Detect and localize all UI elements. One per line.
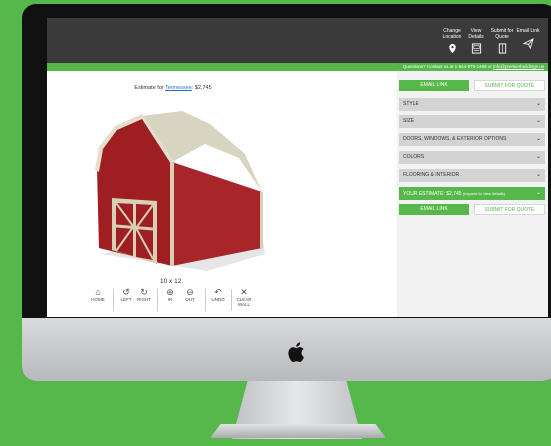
- top-bar: Change Location View Details Submit for …: [47, 18, 548, 63]
- door-icon: [498, 43, 506, 54]
- home-label: HOME: [91, 297, 105, 302]
- undo-button[interactable]: ↶ UNDO: [207, 287, 229, 302]
- accordion-your-estimate[interactable]: YOUR ESTIMATE: $2,745 (expand to view de…: [399, 187, 545, 200]
- divider: [205, 289, 206, 311]
- details-icon: [471, 43, 481, 54]
- contact-bar: Questions? Contact us at 1-844-879-1468 …: [47, 63, 548, 71]
- contact-text: Questions? Contact us at 1-844-879-1468 …: [402, 64, 492, 69]
- accordion-doors-windows[interactable]: DOORS, WINDOWS, & EXTERIOR OPTIONS ⌄: [399, 133, 545, 146]
- your-estimate-label: YOUR ESTIMATE: $2,745: [403, 191, 462, 197]
- submit-for-quote-label: Submit for Quote: [490, 28, 514, 40]
- screen: Change Location View Details Submit for …: [47, 18, 548, 317]
- view-details-label: View Details: [468, 28, 484, 40]
- divider: [231, 289, 232, 311]
- accordion-size[interactable]: SIZE ⌄: [399, 115, 545, 128]
- options-panel: EMAIL LINK SUBMIT FOR QUOTE STYLE ⌄ SIZE ⌄…: [397, 71, 548, 317]
- accordion-colors-label: COLORS: [403, 154, 425, 160]
- submit-for-quote-bottom-button[interactable]: SUBMIT FOR QUOTE: [474, 204, 545, 215]
- chevron-down-icon: ⌄: [535, 154, 541, 160]
- barn-3d-model[interactable]: [87, 106, 267, 271]
- building-size-label: 10 x 12: [160, 278, 182, 285]
- home-button[interactable]: ⌂ HOME: [87, 287, 109, 302]
- email-link-panel-button[interactable]: EMAIL LINK: [399, 80, 469, 91]
- divider: [157, 289, 158, 311]
- change-location-label: Change Location: [442, 28, 462, 40]
- undo-label: UNDO: [211, 297, 225, 302]
- divider: [113, 289, 114, 311]
- chevron-down-icon: ⌄: [535, 190, 541, 196]
- chevron-down-icon: ⌄: [535, 118, 541, 124]
- zoom-out-button[interactable]: ⊖ OUT: [179, 287, 201, 302]
- estimate-state-link[interactable]: Tennessee: [165, 85, 192, 91]
- email-link-button[interactable]: Email Link: [515, 28, 541, 49]
- rotate-right-button[interactable]: ↻ RIGHT: [133, 287, 155, 302]
- accordion-doors-label: DOORS, WINDOWS, & EXTERIOR OPTIONS: [403, 136, 507, 142]
- location-pin-icon: [448, 43, 456, 54]
- rotate-left-label: LEFT: [120, 297, 132, 302]
- clear-wall-label: CLEAR WALL: [236, 297, 252, 307]
- undo-icon: ↶: [214, 287, 222, 297]
- accordion-colors[interactable]: COLORS ⌄: [399, 151, 545, 164]
- estimate-line: Estimate for Tennessee: $2,745: [47, 85, 299, 91]
- send-icon: [522, 37, 534, 49]
- zoom-in-button[interactable]: ⊕ IN: [159, 287, 181, 302]
- zoom-out-label: OUT: [185, 297, 195, 302]
- estimate-prefix: Estimate for: [134, 85, 164, 91]
- submit-for-quote-panel-button[interactable]: SUBMIT FOR QUOTE: [474, 80, 545, 91]
- estimate-price: : $2,745: [191, 85, 212, 91]
- rotate-right-label: RIGHT: [137, 297, 151, 302]
- contact-email-link[interactable]: info@premierbuildings.us: [493, 64, 544, 69]
- accordion-size-label: SIZE: [403, 118, 415, 124]
- expand-hint: (expand to view details): [462, 191, 505, 196]
- accordion-flooring[interactable]: FLOORING & INTERIOR ⌄: [399, 169, 545, 182]
- barn-side-trim: [260, 192, 263, 248]
- zoom-out-icon: ⊖: [186, 287, 194, 297]
- home-icon: ⌂: [95, 287, 101, 297]
- chevron-down-icon: ⌄: [535, 136, 541, 142]
- accordion-style-label: STYLE: [403, 101, 419, 107]
- email-link-label: Email Link: [516, 28, 540, 34]
- zoom-in-label: IN: [167, 297, 173, 302]
- submit-for-quote-button[interactable]: Submit for Quote: [489, 28, 515, 54]
- barn-side-wall: [172, 162, 262, 266]
- change-location-button[interactable]: Change Location: [439, 28, 465, 54]
- barn-corner-trim: [170, 162, 174, 266]
- close-icon: ✕: [240, 287, 248, 297]
- rotate-right-icon: ↻: [140, 287, 148, 297]
- accordion-flooring-label: FLOORING & INTERIOR: [403, 172, 460, 178]
- zoom-in-icon: ⊕: [166, 287, 174, 297]
- chevron-down-icon: ⌄: [535, 101, 541, 107]
- building-viewer[interactable]: Estimate for Tennessee: $2,745 10 x 12 ⌂…: [47, 71, 397, 317]
- accordion-style[interactable]: STYLE ⌄: [399, 98, 545, 111]
- chevron-down-icon: ⌄: [535, 172, 541, 178]
- view-details-button[interactable]: View Details: [463, 28, 489, 54]
- monitor-foot: [210, 424, 386, 438]
- apple-logo-icon: [288, 342, 304, 363]
- clear-wall-button[interactable]: ✕ CLEAR WALL: [233, 287, 255, 307]
- email-link-bottom-button[interactable]: EMAIL LINK: [399, 204, 469, 215]
